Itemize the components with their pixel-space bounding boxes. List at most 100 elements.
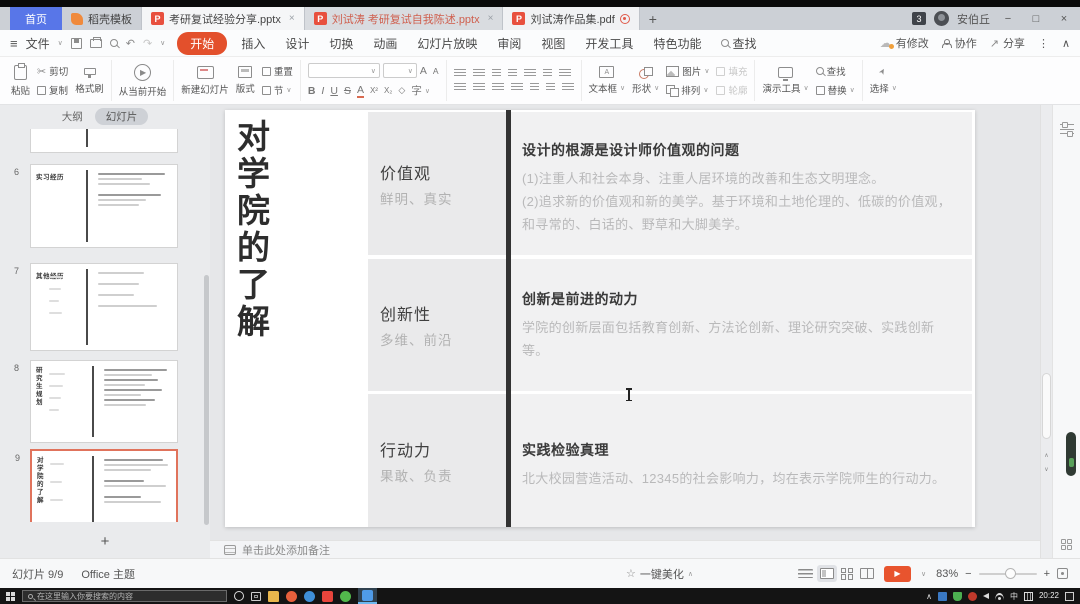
thumbnail-slide-5-partial[interactable]	[30, 129, 178, 153]
tab-insert[interactable]: 插入	[232, 33, 274, 54]
tab-home[interactable]: 首页	[10, 7, 62, 30]
decrease-font-button[interactable]: A	[433, 66, 439, 76]
tray-expand-icon[interactable]: ∧	[926, 592, 932, 601]
thumbnail-slide-6[interactable]: 6 实习经历	[30, 164, 178, 248]
layout-button[interactable]: 版式	[236, 66, 255, 95]
paste-button[interactable]: 粘贴	[11, 65, 30, 97]
superscript-button[interactable]: X²	[370, 86, 378, 95]
sidebar-scrollbar[interactable]	[204, 275, 209, 525]
text-direction-icon[interactable]	[543, 69, 552, 78]
replace-button[interactable]: 替换∨	[816, 83, 855, 97]
thumbnail-slide-9-selected[interactable]: 9 对学院的了解	[30, 449, 178, 522]
copy-button[interactable]: 复制	[37, 83, 68, 97]
slide-sorter-view-icon[interactable]	[841, 568, 853, 580]
username-label[interactable]: 安伯丘	[957, 11, 990, 27]
more-options-icon[interactable]: ⋮	[1038, 37, 1049, 50]
align-left-icon[interactable]	[454, 83, 466, 92]
layout-grid-icon[interactable]	[1061, 539, 1072, 550]
slide-title-vertical[interactable]: 对学院的了解	[237, 118, 275, 340]
play-from-current-button[interactable]: ▶从当前开始	[119, 64, 167, 98]
print-preview-icon[interactable]	[110, 39, 118, 47]
slides-tab-selected[interactable]: 幻灯片	[95, 108, 149, 125]
ime-indicator[interactable]: 中	[1010, 591, 1018, 602]
align-center-icon[interactable]	[473, 83, 485, 92]
cortana-icon[interactable]	[234, 591, 244, 601]
zoom-slider-knob[interactable]	[1005, 568, 1016, 579]
align-right-icon[interactable]	[492, 83, 504, 92]
justify-icon[interactable]	[511, 83, 523, 92]
tab-design[interactable]: 设计	[276, 33, 318, 54]
decrease-indent-icon[interactable]	[492, 69, 501, 78]
outline-tab[interactable]: 大纲	[62, 109, 83, 124]
bold-button[interactable]: B	[308, 85, 316, 97]
tab-document-2-active[interactable]: P 刘试涛 考研复试自我陈述.pptx ×	[305, 7, 504, 30]
select-button[interactable]: 选择∨	[870, 67, 897, 95]
toggle-notes-icon[interactable]	[798, 569, 813, 578]
reset-button[interactable]: 重置	[262, 64, 293, 78]
tab-developer[interactable]: 开发工具	[576, 33, 642, 54]
new-slide-button[interactable]: 新建幻灯片	[181, 66, 229, 96]
current-slide[interactable]: 对学院的了解 价值观 鲜明、真实 设计的根源是设计师价值观的问题 (1)注重人和…	[225, 110, 975, 527]
font-name-select[interactable]: ∨	[308, 63, 380, 78]
thumbnail-slide-8[interactable]: 8 研究生规划	[30, 360, 178, 443]
notes-bar[interactable]: 单击此处添加备注	[210, 540, 1040, 558]
zoom-level[interactable]: 83%	[936, 568, 958, 580]
slide-canvas[interactable]: 对学院的了解 价值观 鲜明、真实 设计的根源是设计师价值观的问题 (1)注重人和…	[210, 105, 1040, 540]
active-app-button[interactable]	[358, 588, 377, 604]
add-slide-button[interactable]: +	[0, 532, 210, 552]
line-spacing-icon[interactable]	[524, 69, 536, 78]
thumbnail-slide-7[interactable]: 7 其他经历	[30, 263, 178, 351]
section-content-block[interactable]: 实践检验真理 北大校园营造活动、12345的社会影响力，均在表示学院师生的行动力…	[506, 394, 972, 527]
presentation-tools-button[interactable]: 演示工具∨	[762, 67, 808, 95]
tab-start[interactable]: 开始	[177, 32, 227, 55]
share-button[interactable]: ↗分享	[990, 35, 1025, 51]
slide-section-action[interactable]: 行动力 果敢、负责 实践检验真理 北大校园营造活动、12345的社会影响力，均在…	[368, 394, 972, 527]
slideshow-play-button[interactable]: ▶	[884, 566, 911, 582]
new-tab-button[interactable]: +	[640, 7, 666, 30]
fit-to-window-icon[interactable]	[1057, 568, 1068, 579]
file-menu[interactable]: 文件	[26, 35, 50, 52]
reading-view-icon[interactable]	[860, 568, 874, 579]
textbox-button[interactable]: A文本框∨	[589, 66, 626, 95]
tab-close-icon[interactable]: ×	[488, 13, 494, 24]
minimize-button[interactable]: −	[998, 13, 1018, 25]
tab-transition[interactable]: 切换	[320, 33, 362, 54]
slide-section-innovation[interactable]: 创新性 多维、前沿 创新是前进的动力 学院的创新层面包括教育创新、方法论创新、理…	[368, 259, 972, 391]
tab-document-1[interactable]: P 考研复试经验分享.pptx ×	[142, 7, 305, 30]
print-icon[interactable]	[90, 39, 102, 48]
shapes-button[interactable]: 形状∨	[632, 67, 659, 95]
clock[interactable]: 20:22	[1039, 588, 1059, 604]
arrange-button[interactable]: 排列∨	[666, 83, 709, 97]
modified-status[interactable]: ☁有修改	[880, 35, 929, 51]
zoom-slider[interactable]	[979, 573, 1037, 575]
section-label-block[interactable]: 价值观 鲜明、真实	[368, 112, 506, 255]
scrollbar-thumb[interactable]	[1042, 373, 1051, 439]
format-painter-button[interactable]: 格式刷	[75, 67, 104, 95]
font-color-button[interactable]: A	[357, 84, 364, 98]
find-menu[interactable]: 查找	[712, 33, 765, 54]
tab-slideshow[interactable]: 幻灯片放映	[408, 33, 486, 54]
hamburger-icon[interactable]: ≡	[10, 36, 18, 51]
distribute-icon[interactable]	[530, 83, 539, 92]
normal-view-icon-selected[interactable]	[820, 568, 834, 579]
previous-slide-icon[interactable]: ∧	[1041, 453, 1052, 459]
wps-app-icon[interactable]	[322, 591, 333, 602]
tab-animation[interactable]: 动画	[364, 33, 406, 54]
section-content-block[interactable]: 创新是前进的动力 学院的创新层面包括教育创新、方法论创新、理论研究突破、实践创新…	[506, 259, 972, 391]
tab-close-icon[interactable]: ×	[289, 13, 295, 24]
edge-browser-icon[interactable]	[304, 591, 315, 602]
section-content-block[interactable]: 设计的根源是设计师价值观的问题 (1)注重人和社会本身、注重人居环境的改善和生态…	[506, 112, 972, 255]
beautify-button[interactable]: ☆ 一键美化 ∧	[626, 566, 693, 582]
play-options-icon[interactable]: ∨	[921, 570, 926, 578]
tray-red-icon[interactable]	[968, 592, 977, 601]
properties-panel-icon[interactable]	[1060, 123, 1074, 135]
undo-icon[interactable]: ↶	[126, 37, 135, 50]
file-explorer-icon[interactable]	[268, 591, 279, 602]
tray-app-icon[interactable]	[938, 592, 947, 601]
collaborate-button[interactable]: 协作	[942, 35, 977, 51]
find-button[interactable]: 查找	[816, 64, 855, 78]
vertical-scrollbar[interactable]: ∧ ∨	[1040, 105, 1052, 558]
security-shield-icon[interactable]	[953, 592, 962, 601]
numbered-list-icon[interactable]	[473, 69, 485, 78]
collapse-ribbon-icon[interactable]: ∧	[1062, 37, 1070, 50]
